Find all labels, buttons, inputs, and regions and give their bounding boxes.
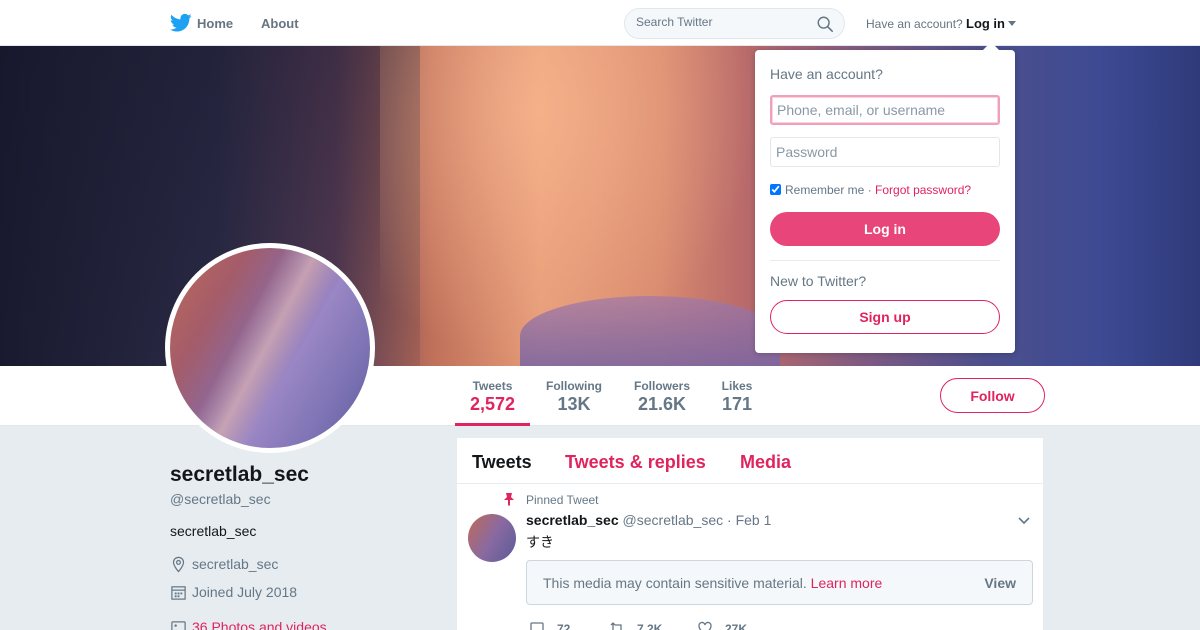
retweet-count: 7.2K bbox=[637, 622, 663, 630]
photos-link-text[interactable]: 36 Photos and videos bbox=[192, 619, 327, 630]
stat-likes[interactable]: Likes 171 bbox=[712, 366, 762, 426]
tweet-author-name[interactable]: secretlab_sec bbox=[526, 512, 619, 528]
search-input[interactable] bbox=[636, 15, 806, 29]
chevron-down-icon[interactable] bbox=[1017, 516, 1031, 526]
timeline-panel: Tweets Tweets & replies Media Pinned Twe… bbox=[456, 437, 1045, 630]
tweet-header: secretlab_sec @secretlab_sec · Feb 1 bbox=[526, 512, 771, 528]
username-field[interactable] bbox=[770, 95, 1000, 125]
remember-row: Remember me · Forgot password? bbox=[770, 183, 971, 197]
top-navigation-bar: Home About Have an account? Log in bbox=[0, 0, 1200, 46]
tab-media[interactable]: Media bbox=[740, 452, 791, 473]
search-box[interactable] bbox=[624, 8, 845, 39]
stat-label: Following bbox=[546, 379, 602, 393]
sensitive-message-text: This media may contain sensitive materia… bbox=[543, 575, 807, 591]
calendar-icon bbox=[171, 586, 186, 600]
new-to-twitter-text: New to Twitter? bbox=[770, 273, 867, 289]
like-count: 27K bbox=[725, 622, 748, 630]
tweet-text: すき bbox=[526, 534, 554, 550]
stat-value: 171 bbox=[721, 394, 753, 414]
tweet-avatar[interactable] bbox=[468, 514, 516, 562]
joined-text: Joined July 2018 bbox=[192, 584, 298, 600]
login-button[interactable]: Log in bbox=[770, 212, 1000, 246]
stat-following[interactable]: Following 13K bbox=[540, 366, 608, 426]
stat-label: Tweets bbox=[472, 379, 513, 393]
caret-down-icon bbox=[1008, 21, 1016, 26]
heart-icon bbox=[698, 621, 712, 630]
retweet-icon bbox=[610, 622, 622, 630]
location-pin-icon bbox=[172, 556, 185, 573]
stat-value: 2,572 bbox=[469, 394, 516, 414]
tab-tweets[interactable]: Tweets bbox=[472, 452, 532, 473]
login-dropdown-title: Have an account? bbox=[770, 66, 883, 82]
remember-me-checkbox[interactable] bbox=[770, 184, 781, 195]
login-toggle-label: Log in bbox=[966, 16, 1005, 31]
learn-more-link[interactable]: Learn more bbox=[811, 575, 883, 591]
pin-icon bbox=[504, 493, 514, 506]
login-dropdown: Have an account? Remember me · Forgot pa… bbox=[755, 42, 1015, 353]
location-text: secretlab_sec bbox=[192, 556, 279, 572]
stat-label: Likes bbox=[721, 379, 753, 393]
follow-button[interactable]: Follow bbox=[940, 378, 1045, 413]
search-icon[interactable] bbox=[816, 15, 834, 33]
sensitive-media-notice: This media may contain sensitive materia… bbox=[526, 560, 1033, 605]
signup-button[interactable]: Sign up bbox=[770, 300, 1000, 334]
tweet-actions: 72 7.2K 27K bbox=[529, 620, 929, 630]
remember-separator: · bbox=[867, 183, 872, 197]
nav-about-link[interactable]: About bbox=[261, 16, 299, 31]
twitter-bird-icon[interactable] bbox=[170, 13, 192, 33]
profile-bio: secretlab_sec bbox=[170, 523, 257, 539]
view-media-button[interactable]: View bbox=[984, 575, 1016, 591]
stat-value: 21.6K bbox=[637, 394, 687, 414]
dropdown-divider bbox=[770, 260, 1000, 261]
stat-tweets[interactable]: Tweets 2,572 bbox=[455, 366, 530, 426]
password-field[interactable] bbox=[770, 137, 1000, 167]
forgot-password-link[interactable]: Forgot password? bbox=[875, 183, 971, 197]
tweet-author-handle[interactable]: @secretlab_sec bbox=[623, 512, 724, 528]
tweet-date[interactable]: Feb 1 bbox=[736, 512, 772, 528]
remember-me-label[interactable]: Remember me bbox=[785, 183, 864, 197]
pinned-tweet-label: Pinned Tweet bbox=[526, 493, 599, 507]
have-account-text: Have an account? bbox=[866, 17, 963, 31]
stat-followers[interactable]: Followers 21.6K bbox=[628, 366, 696, 426]
tweet-date-separator: · bbox=[727, 512, 732, 528]
timeline-tabs: Tweets Tweets & replies Media bbox=[457, 438, 1045, 484]
nav-home-link[interactable]: Home bbox=[197, 16, 233, 31]
profile-avatar[interactable] bbox=[165, 243, 375, 453]
image-icon bbox=[171, 621, 186, 630]
reply-icon bbox=[530, 622, 544, 630]
stat-label: Followers bbox=[633, 379, 690, 393]
tab-tweets-and-replies[interactable]: Tweets & replies bbox=[565, 452, 706, 473]
profile-handle[interactable]: @secretlab_sec bbox=[170, 491, 271, 507]
login-dropdown-toggle[interactable]: Log in bbox=[966, 16, 1016, 31]
sensitive-message: This media may contain sensitive materia… bbox=[543, 575, 882, 591]
stat-value: 13K bbox=[557, 394, 591, 414]
profile-display-name[interactable]: secretlab_sec bbox=[170, 463, 309, 487]
reply-count: 72 bbox=[557, 622, 571, 630]
